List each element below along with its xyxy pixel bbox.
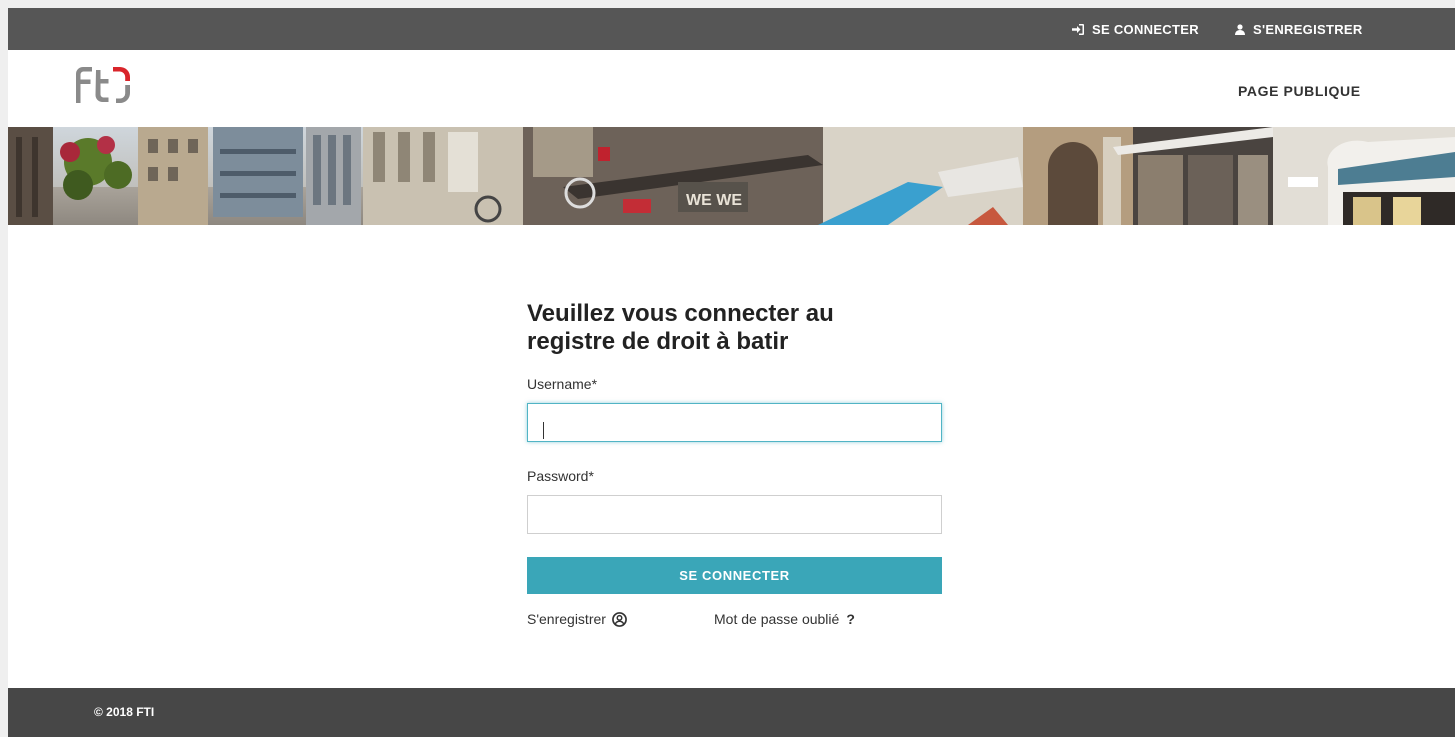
forgot-password-link[interactable]: Mot de passe oublié ? bbox=[714, 611, 855, 627]
login-submit-button[interactable]: SE CONNECTER bbox=[527, 557, 942, 594]
public-page-link[interactable]: PAGE PUBLIQUE bbox=[1238, 83, 1361, 99]
footer: © 2018 FTI bbox=[8, 688, 1455, 737]
user-circle-icon bbox=[612, 611, 627, 627]
username-input[interactable] bbox=[527, 403, 942, 442]
login-form: Veuillez vous connecter au registre de d… bbox=[527, 300, 942, 635]
top-register-link[interactable]: S'ENREGISTRER bbox=[1235, 8, 1363, 50]
page: SE CONNECTER S'ENREGISTRER PAGE PUBLIQUE… bbox=[8, 8, 1455, 737]
sign-in-icon bbox=[1072, 23, 1084, 35]
register-link-label: S'enregistrer bbox=[527, 611, 606, 627]
top-register-label: S'ENREGISTRER bbox=[1253, 21, 1363, 37]
street-banner-image: WE WE bbox=[8, 127, 1455, 225]
text-caret bbox=[543, 422, 544, 439]
user-icon bbox=[1235, 23, 1245, 35]
copyright-text: © 2018 FTI bbox=[94, 705, 155, 719]
top-login-link[interactable]: SE CONNECTER bbox=[1072, 8, 1199, 50]
register-link[interactable]: S'enregistrer bbox=[527, 611, 627, 627]
fti-logo[interactable] bbox=[74, 65, 144, 103]
password-label: Password* bbox=[527, 468, 594, 484]
header: PAGE PUBLIQUE bbox=[8, 50, 1455, 127]
username-wrapper bbox=[527, 403, 942, 442]
question-icon: ? bbox=[846, 611, 855, 627]
forgot-password-label: Mot de passe oublié bbox=[714, 611, 840, 627]
username-label: Username* bbox=[527, 376, 598, 392]
top-login-label: SE CONNECTER bbox=[1092, 21, 1199, 37]
form-links: S'enregistrer Mot de passe oublié ? bbox=[527, 611, 942, 635]
top-bar: SE CONNECTER S'ENREGISTRER bbox=[8, 8, 1455, 50]
password-input[interactable] bbox=[527, 495, 942, 534]
svg-text:WE WE: WE WE bbox=[686, 192, 742, 209]
form-title: Veuillez vous connecter au registre de d… bbox=[527, 300, 834, 355]
